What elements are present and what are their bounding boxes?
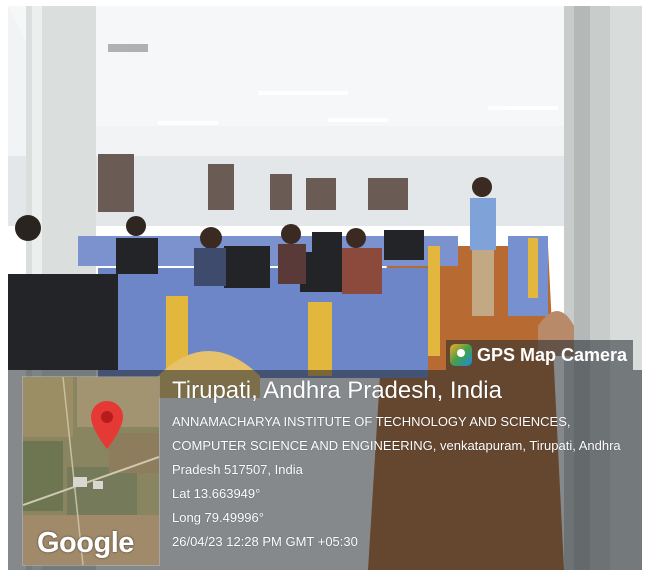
photo-frame: GPS Map Camera Google Tirupati, Andhra P…	[0, 0, 650, 573]
location-address: ANNAMACHARYA INSTITUTE OF TECHNOLOGY AND…	[172, 414, 621, 477]
location-info: Tirupati, Andhra Pradesh, India ANNAMACH…	[172, 374, 638, 554]
badge-label: GPS Map Camera	[477, 344, 628, 365]
longitude-text: Long 79.49996°	[172, 510, 264, 525]
location-title: Tirupati, Andhra Pradesh, India	[172, 377, 502, 404]
google-logo: Google	[37, 527, 134, 559]
gps-map-camera-icon	[450, 344, 472, 366]
location-overlay: Google Tirupati, Andhra Pradesh, India A…	[8, 370, 642, 570]
map-thumbnail: Google	[22, 376, 160, 566]
datetime-text: 26/04/23 12:28 PM GMT +05:30	[172, 534, 358, 549]
latitude-text: Lat 13.663949°	[172, 486, 261, 501]
location-pin-icon	[91, 401, 123, 449]
gps-map-camera-badge: GPS Map Camera	[446, 340, 634, 370]
